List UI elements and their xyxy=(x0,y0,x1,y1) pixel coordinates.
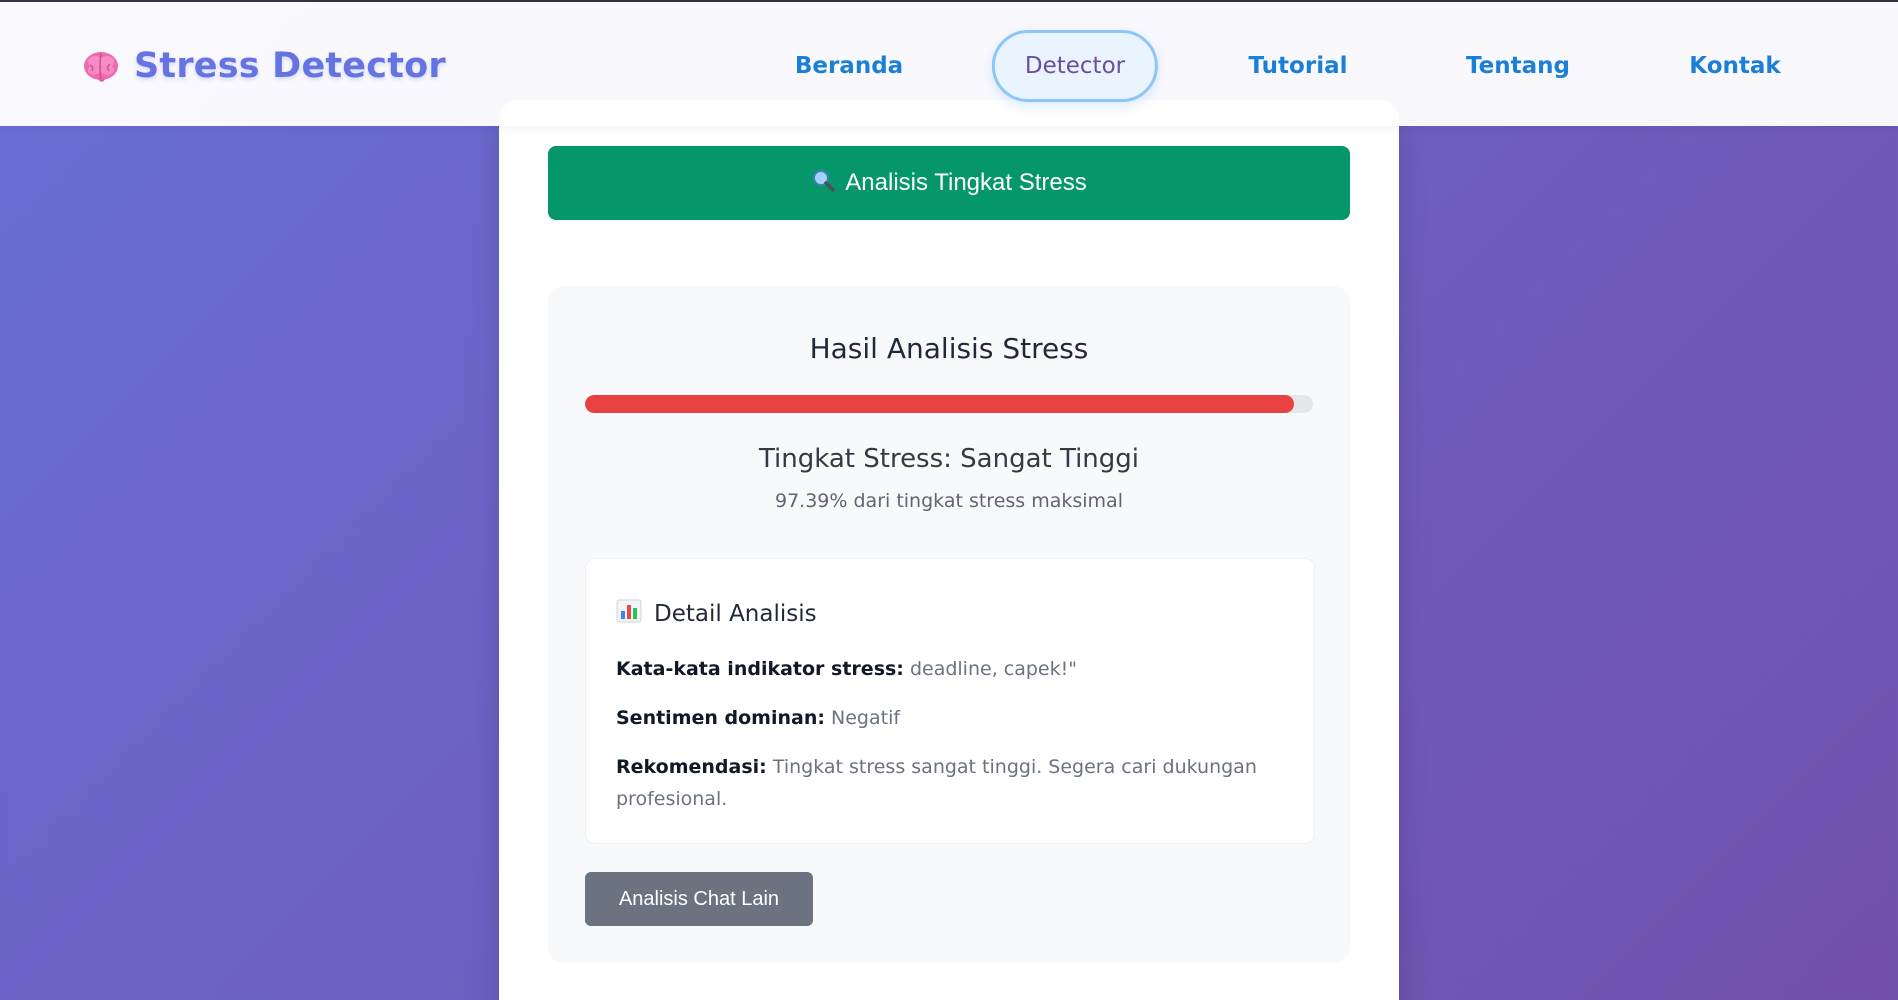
detail-card: Detail Analisis Kata-kata indikator stre… xyxy=(585,558,1315,844)
main-nav: Beranda Detector Tutorial Tentang Kontak xyxy=(0,2,1898,126)
recommendation-label: Rekomendasi: xyxy=(616,756,767,778)
stress-progress-fill xyxy=(585,395,1294,413)
result-panel: Hasil Analisis Stress Tingkat Stress: Sa… xyxy=(548,286,1350,963)
detail-title: Detail Analisis xyxy=(616,599,817,629)
keywords-label: Kata-kata indikator stress: xyxy=(616,658,904,680)
result-title: Hasil Analisis Stress xyxy=(809,332,1089,365)
magnifier-icon xyxy=(811,168,836,199)
site-header: Stress Detector Beranda Detector Tutoria… xyxy=(0,2,1898,126)
analyze-button-label: Analisis Tingkat Stress xyxy=(845,169,1087,196)
analyze-button[interactable]: Analisis Tingkat Stress xyxy=(548,146,1350,220)
stress-percent-text: 97.39% dari tingkat stress maksimal xyxy=(775,490,1123,512)
nav-detector[interactable]: Detector xyxy=(991,30,1159,102)
recommendation-row: Rekomendasi: Tingkat stress sangat tingg… xyxy=(616,751,1276,815)
nav-kontak[interactable]: Kontak xyxy=(1689,53,1780,79)
stress-level-text: Tingkat Stress: Sangat Tinggi xyxy=(758,444,1140,474)
sentiment-value: Negatif xyxy=(831,707,901,729)
stress-progress-bar xyxy=(585,395,1313,413)
keywords-value: deadline, capek!" xyxy=(909,658,1077,680)
detail-title-text: Detail Analisis xyxy=(654,601,817,627)
nav-beranda[interactable]: Beranda xyxy=(795,53,903,79)
sentiment-label: Sentimen dominan: xyxy=(616,707,825,729)
window-top-border xyxy=(0,0,1898,2)
nav-tutorial[interactable]: Tutorial xyxy=(1249,53,1348,79)
keywords-row: Kata-kata indikator stress: deadline, ca… xyxy=(616,653,1276,685)
sentiment-row: Sentimen dominan: Negatif xyxy=(616,702,1276,734)
analyze-other-chat-button[interactable]: Analisis Chat Lain xyxy=(585,872,813,926)
nav-tentang[interactable]: Tentang xyxy=(1466,53,1570,79)
bar-chart-icon xyxy=(616,599,642,629)
